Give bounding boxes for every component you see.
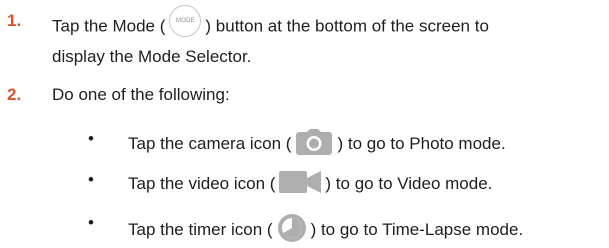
timer-icon (277, 213, 307, 248)
bullet: • (88, 129, 94, 148)
bullet: • (88, 213, 94, 232)
mode-button-icon: MODE (169, 5, 202, 37)
option-photo: Tap the camera icon ( ) to go to Photo mo… (128, 129, 506, 160)
step-1-text-after: ) button at the bottom of the screen to (205, 16, 489, 36)
option-video: Tap the video icon ( ) to go to Video mod… (128, 170, 492, 199)
option-photo-before: Tap the camera icon ( (128, 133, 292, 153)
step-1-number: 1. (7, 11, 22, 30)
step-1-text-before: Tap the Mode ( (52, 16, 166, 36)
option-video-after: ) to go to Video mode. (325, 173, 493, 193)
step-1-line-1: Tap the Mode ( MODE ) button at the bottom… (52, 5, 489, 43)
bullet: • (88, 170, 94, 189)
step-2-number: 2. (7, 85, 22, 104)
option-time-lapse-after: ) to go to Time-Lapse mode. (310, 219, 524, 239)
video-icon (279, 170, 322, 199)
option-time-lapse-before: Tap the timer icon ( (128, 219, 273, 239)
option-video-before: Tap the video icon ( (128, 173, 276, 193)
option-time-lapse: Tap the timer icon ( ) to go to Time-Laps… (128, 213, 523, 248)
mode-button-label: MODE (176, 18, 195, 24)
step-1-line-2: display the Mode Selector. (52, 47, 252, 66)
step-2-text: Do one of the following: (52, 85, 230, 104)
camera-icon (295, 129, 333, 160)
option-photo-after: ) to go to Photo mode. (337, 133, 506, 153)
